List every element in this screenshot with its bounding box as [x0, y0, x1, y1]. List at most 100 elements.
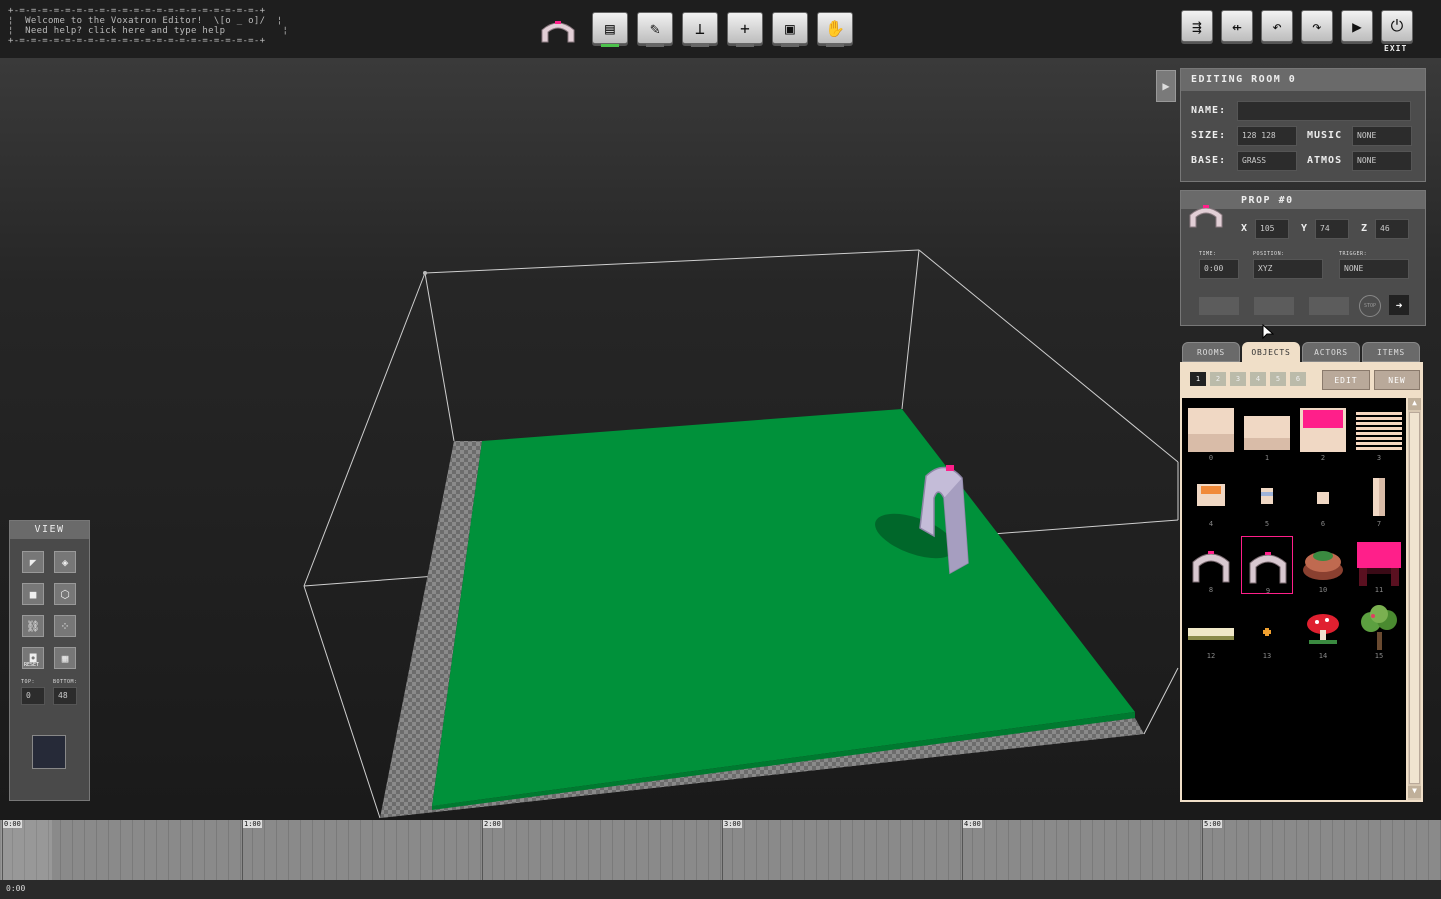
scroll-down-icon[interactable]: ▼ — [1408, 786, 1421, 798]
object-thumbnail[interactable]: 0 — [1185, 404, 1237, 462]
page-4-button[interactable]: 4 — [1250, 372, 1266, 386]
grid-dots-icon: ⁘ — [60, 619, 70, 633]
link-icon: ⛓ — [26, 619, 40, 633]
object-thumbnail[interactable]: 10 — [1297, 536, 1349, 594]
tab-rooms[interactable]: ROOMS — [1182, 342, 1240, 362]
prop-x-field[interactable]: 105 — [1255, 219, 1289, 239]
grid-dots-button[interactable]: ⁘ — [54, 615, 76, 637]
prop-slot-1[interactable] — [1199, 297, 1239, 315]
play-button[interactable]: ▶ — [1341, 10, 1373, 42]
plus-icon: + — [740, 18, 750, 38]
camera-tool-indicator — [781, 44, 799, 47]
collapse-panel-arrow-icon[interactable]: ▶ — [1156, 70, 1176, 102]
cube-button[interactable]: ⬡ — [54, 583, 76, 605]
stamp-tool-button[interactable]: ⊥ — [682, 12, 718, 44]
timeline-minute-line — [482, 820, 483, 880]
tab-items[interactable]: ITEMS — [1362, 342, 1420, 362]
prop-trigger-field[interactable]: NONE — [1339, 259, 1409, 279]
camera-tool-button[interactable]: ▣ — [772, 12, 808, 44]
select-tool-button[interactable]: ▤ — [592, 12, 628, 44]
page-1-button[interactable]: 1 — [1190, 372, 1206, 386]
prop-position-field[interactable]: XYZ — [1253, 259, 1323, 279]
perspective-button[interactable]: ◈ — [54, 551, 76, 573]
block-button[interactable]: ■ — [22, 583, 44, 605]
page-5-button[interactable]: 5 — [1270, 372, 1286, 386]
bottom-value-field[interactable]: 48 — [53, 687, 77, 705]
object-number: 15 — [1374, 652, 1384, 660]
room-base-label: BASE: — [1191, 155, 1227, 166]
add-tool-button[interactable]: + — [727, 12, 763, 44]
tab-actors[interactable]: ACTORS — [1302, 342, 1360, 362]
object-thumbnail[interactable]: 5 — [1241, 470, 1293, 528]
timeline-mark: 4:00 — [963, 820, 982, 828]
prop-y-field[interactable]: 74 — [1315, 219, 1349, 239]
pencil-tool-button[interactable]: ✎ — [637, 12, 673, 44]
page-6-button[interactable]: 6 — [1290, 372, 1306, 386]
box-corner-handle[interactable] — [423, 271, 427, 275]
object-crate-icon — [1197, 484, 1225, 506]
load-button[interactable]: ⇷ — [1221, 10, 1253, 42]
page-2-button[interactable]: 2 — [1210, 372, 1226, 386]
room-atmos-field[interactable]: NONE — [1352, 151, 1412, 171]
next-arrow-icon[interactable]: ➜ — [1389, 295, 1409, 315]
pencil-icon: ✎ — [650, 18, 660, 38]
camera-button[interactable]: ◤ — [22, 551, 44, 573]
layers-icon: ▤ — [605, 18, 615, 38]
object-cake-icon — [1303, 551, 1343, 580]
object-thumbnail[interactable]: 11 — [1353, 536, 1405, 594]
hand-tool-button[interactable]: ✋ — [817, 12, 853, 44]
room-base-field[interactable]: GRASS — [1237, 151, 1297, 171]
status-bar: 0:00 — [0, 880, 1441, 899]
object-scrollbar[interactable]: ▲ ▼ — [1408, 398, 1421, 800]
save-button[interactable]: ⇶ — [1181, 10, 1213, 42]
object-number: 10 — [1318, 586, 1328, 594]
object-thumbnail[interactable]: 8 — [1185, 536, 1237, 594]
object-thumbnail[interactable]: 9 — [1241, 536, 1293, 595]
room-name-field[interactable] — [1237, 101, 1411, 121]
top-bar: +-=-=-=-=-=-=-=-=-=-=-=-=-=-=-=-=-=-=-=-… — [0, 0, 1441, 58]
prop-time-field[interactable]: 0:00 — [1199, 259, 1239, 279]
object-thumbnail[interactable]: 1 — [1241, 404, 1293, 462]
exit-button[interactable]: ⏻ — [1381, 10, 1413, 42]
grid-button[interactable]: ▦ — [54, 647, 76, 669]
prop-slot-2[interactable] — [1254, 297, 1294, 315]
room-music-field[interactable]: NONE — [1352, 126, 1412, 146]
new-object-button[interactable]: NEW — [1374, 370, 1420, 390]
timeline[interactable]: 0:00 1:00 2:00 3:00 4:00 5:00 — [0, 820, 1441, 880]
scroll-thumb[interactable] — [1409, 412, 1420, 784]
object-thumbnail[interactable]: 4 — [1185, 470, 1237, 528]
3d-viewport[interactable]: VIEW ◤ ◈ ■ ⬡ ⛓ ⁘ ◘ RESET ▦ TOP: BOTTOM: 0 48 ▶ E… — [0, 58, 1441, 820]
prop-z-field[interactable]: 46 — [1375, 219, 1409, 239]
scroll-up-icon[interactable]: ▲ — [1408, 398, 1421, 410]
undo-button[interactable]: ↶ — [1261, 10, 1293, 42]
object-table-icon — [1357, 542, 1401, 586]
tab-objects[interactable]: OBJECTS — [1242, 342, 1300, 362]
object-thumbnail[interactable]: 14 — [1297, 602, 1349, 660]
object-number: 6 — [1320, 520, 1326, 528]
object-grid: 0 1 2 3 4 5 6 7 8 9 10 11 12 13 14 15 — [1182, 398, 1406, 800]
prop-slot-3[interactable] — [1309, 297, 1349, 315]
object-thumbnail[interactable]: 13 — [1241, 602, 1293, 660]
prop-panel: PROP #0 X 105 Y 74 Z 46 TIME: 0:00 POSIT… — [1180, 190, 1426, 326]
reset-camera-button[interactable]: ◘ RESET — [22, 647, 44, 669]
room-atmos-label: ATMOS — [1307, 155, 1343, 166]
mouse-cursor-icon — [1262, 324, 1274, 340]
edit-object-button[interactable]: EDIT — [1322, 370, 1370, 390]
object-thumbnail[interactable]: 12 — [1185, 602, 1237, 660]
cube-icon: ⬡ — [60, 587, 70, 601]
redo-button[interactable]: ↷ — [1301, 10, 1333, 42]
object-thumbnail[interactable]: 15 — [1353, 602, 1405, 660]
room-size-field[interactable]: 128 128 — [1237, 126, 1297, 146]
color-swatch[interactable] — [32, 735, 66, 769]
top-value-field[interactable]: 0 — [21, 687, 45, 705]
help-console[interactable]: +-=-=-=-=-=-=-=-=-=-=-=-=-=-=-=-=-=-=-=-… — [8, 6, 288, 46]
room-name-label: NAME: — [1191, 105, 1227, 116]
object-thumbnail[interactable]: 2 — [1297, 404, 1349, 462]
stop-button[interactable]: STOP — [1359, 295, 1381, 317]
view-title: VIEW — [10, 521, 89, 539]
object-thumbnail[interactable]: 6 — [1297, 470, 1349, 528]
object-thumbnail[interactable]: 3 — [1353, 404, 1405, 462]
link-button[interactable]: ⛓ — [22, 615, 44, 637]
object-thumbnail[interactable]: 7 — [1353, 470, 1405, 528]
page-3-button[interactable]: 3 — [1230, 372, 1246, 386]
